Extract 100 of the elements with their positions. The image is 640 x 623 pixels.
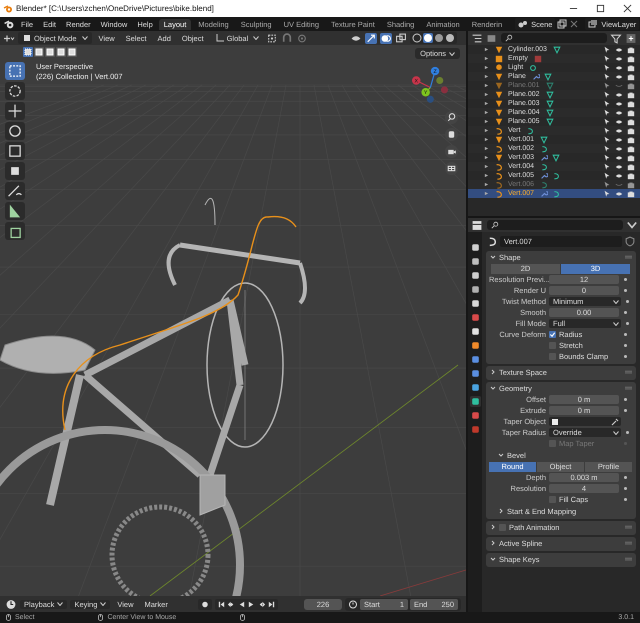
eyedropper-icon[interactable] bbox=[611, 418, 619, 426]
scale-icon[interactable] bbox=[5, 142, 25, 160]
filter-icon[interactable] bbox=[610, 32, 622, 44]
drag-handle-icon[interactable] bbox=[625, 255, 632, 259]
add-cube-icon[interactable] bbox=[5, 222, 25, 240]
previous-keyframe-button[interactable] bbox=[226, 600, 236, 608]
clock-icon[interactable] bbox=[5, 598, 17, 610]
search-icon bbox=[491, 221, 499, 229]
solid-shading-icon[interactable] bbox=[423, 33, 433, 43]
wrench-icon bbox=[540, 190, 548, 198]
grid-icon[interactable] bbox=[445, 162, 458, 175]
keyframe-dot[interactable] bbox=[624, 344, 627, 347]
properties-tab-icon[interactable] bbox=[470, 284, 480, 295]
camera-icon[interactable] bbox=[627, 46, 635, 54]
shield-icon[interactable] bbox=[624, 236, 636, 246]
app-logo-icon[interactable] bbox=[3, 18, 15, 30]
play-button[interactable] bbox=[246, 600, 256, 608]
chevron-down-icon bbox=[498, 452, 504, 458]
xray-icon[interactable] bbox=[395, 32, 407, 44]
overlay-toggle-icon[interactable] bbox=[380, 32, 392, 44]
keyframe-dot[interactable] bbox=[624, 498, 627, 501]
properties-tab-icon[interactable] bbox=[470, 396, 480, 407]
keyframe-dot[interactable] bbox=[624, 333, 627, 336]
properties-tab-icon[interactable] bbox=[470, 354, 480, 365]
search-field[interactable] bbox=[501, 33, 607, 43]
camera-icon[interactable] bbox=[627, 90, 635, 98]
rendered-shading-icon[interactable] bbox=[445, 33, 455, 43]
keyframe-dot[interactable] bbox=[624, 289, 627, 292]
properties-tab-icon[interactable] bbox=[470, 368, 480, 379]
caret-icon bbox=[613, 300, 619, 304]
properties-tab-icon[interactable] bbox=[470, 256, 480, 267]
proportional-edit-icon[interactable] bbox=[296, 32, 308, 44]
drag-handle-icon[interactable] bbox=[625, 557, 632, 561]
camera-icon[interactable] bbox=[627, 72, 635, 80]
pivot-icon[interactable] bbox=[266, 32, 278, 44]
material-shading-icon[interactable] bbox=[434, 33, 444, 43]
jump-to-end-button[interactable] bbox=[266, 600, 276, 608]
camera-icon[interactable] bbox=[627, 64, 635, 72]
camera-icon[interactable] bbox=[627, 100, 635, 108]
camera-icon[interactable] bbox=[627, 136, 635, 144]
record-button[interactable] bbox=[198, 598, 212, 610]
drag-handle-icon[interactable] bbox=[625, 525, 632, 529]
properties-tab-icon[interactable] bbox=[470, 382, 480, 393]
jump-to-start-button[interactable] bbox=[216, 600, 226, 608]
stopwatch-icon[interactable] bbox=[348, 599, 358, 609]
keyframe-dot[interactable] bbox=[624, 487, 627, 490]
move-icon[interactable] bbox=[5, 102, 25, 120]
display-mode-icon[interactable] bbox=[471, 32, 483, 44]
keyframe-dot[interactable] bbox=[626, 300, 629, 303]
select-box-icon[interactable] bbox=[5, 62, 25, 80]
camera-icon[interactable] bbox=[627, 82, 635, 90]
copy-icon[interactable] bbox=[557, 19, 568, 29]
properties-tab-icon[interactable] bbox=[470, 242, 480, 253]
editor-type-icon[interactable] bbox=[471, 220, 483, 230]
gizmo-toggle-icon[interactable] bbox=[365, 32, 377, 44]
chevron-right-icon bbox=[490, 524, 496, 530]
search-icon bbox=[505, 34, 513, 42]
camera-icon[interactable] bbox=[627, 54, 635, 62]
properties-tab-icon[interactable] bbox=[470, 298, 480, 309]
drag-handle-icon[interactable] bbox=[625, 370, 632, 374]
properties-tab-icon[interactable] bbox=[470, 340, 480, 351]
keyframe-dot[interactable] bbox=[624, 409, 627, 412]
object-picker-field[interactable] bbox=[549, 417, 621, 426]
camera-icon[interactable] bbox=[627, 144, 635, 152]
eye-icon[interactable] bbox=[615, 190, 623, 198]
camera-icon[interactable] bbox=[627, 180, 635, 188]
zoom-icon[interactable] bbox=[445, 111, 458, 124]
properties-tab-icon[interactable] bbox=[470, 270, 480, 281]
close-icon[interactable] bbox=[623, 4, 632, 13]
camera-icon[interactable] bbox=[627, 190, 635, 198]
annotate-icon[interactable] bbox=[5, 182, 25, 200]
curve-data-icon bbox=[526, 126, 534, 134]
camera-icon[interactable] bbox=[627, 126, 635, 134]
properties-tab-icon[interactable] bbox=[470, 326, 480, 337]
keyframe-dot[interactable] bbox=[624, 476, 627, 479]
new-collection-icon[interactable] bbox=[625, 32, 637, 44]
cursor-icon[interactable] bbox=[5, 82, 25, 100]
camera-icon[interactable] bbox=[627, 154, 635, 162]
light-data-icon bbox=[529, 64, 538, 72]
camera-icon[interactable] bbox=[627, 108, 635, 116]
keyframe-dot[interactable] bbox=[626, 431, 629, 434]
camera-icon[interactable] bbox=[445, 145, 458, 158]
camera-icon[interactable] bbox=[627, 118, 635, 126]
drag-handle-icon[interactable] bbox=[625, 541, 632, 545]
measure-icon[interactable] bbox=[5, 202, 25, 220]
keyframe-dot[interactable] bbox=[624, 398, 627, 401]
keyframe-dot[interactable] bbox=[624, 278, 627, 281]
maximize-icon[interactable] bbox=[596, 4, 605, 13]
transform-icon[interactable] bbox=[5, 162, 25, 180]
rotate-icon[interactable] bbox=[5, 122, 25, 140]
wireframe-shading-icon[interactable] bbox=[412, 33, 422, 43]
camera-icon[interactable] bbox=[627, 162, 635, 170]
keyframe-dot[interactable] bbox=[624, 311, 627, 314]
keyframe-dot[interactable] bbox=[626, 322, 629, 325]
keyframe-dot[interactable] bbox=[624, 355, 627, 358]
camera-icon[interactable] bbox=[627, 172, 635, 180]
editor-type-icon[interactable] bbox=[3, 32, 15, 44]
search-field[interactable] bbox=[487, 220, 623, 230]
caret-icon[interactable] bbox=[627, 220, 637, 230]
drag-handle-icon[interactable] bbox=[625, 386, 632, 390]
